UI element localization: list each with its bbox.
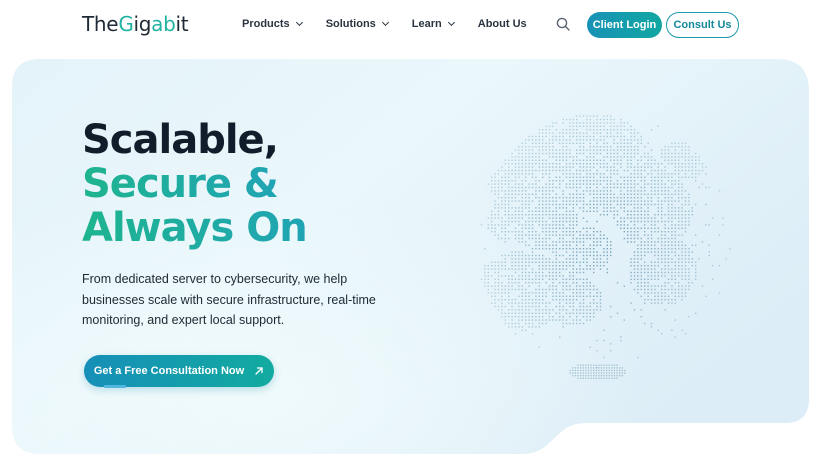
hero-subtext: From dedicated server to cybersecurity, … [82, 272, 376, 327]
search-icon[interactable] [556, 17, 570, 31]
consult-us-button[interactable]: Consult Us [666, 12, 739, 38]
site-header: TheGigabit Products Solutions Learn Abou… [0, 0, 820, 52]
hero-headline: Scalable, Secure & Always On [82, 117, 308, 251]
client-login-button[interactable]: Client Login [587, 12, 662, 38]
nav-item-solutions[interactable]: Solutions [325, 18, 389, 30]
brand-logo[interactable]: TheGigabit [82, 12, 189, 36]
chevron-down-icon [295, 18, 303, 27]
nav-item-label: Solutions [325, 18, 376, 30]
nav-item-products[interactable]: Products [242, 18, 303, 30]
main-nav: Products Solutions Learn About Us [242, 18, 551, 30]
free-consultation-button[interactable]: Get a Free Consultation Now [84, 355, 274, 387]
nav-item-learn[interactable]: Learn [411, 18, 455, 30]
chevron-down-icon [381, 18, 389, 27]
headline-line-3: Always On [82, 205, 308, 251]
headline-line-2: Secure & [82, 161, 279, 207]
nav-item-label: About Us [477, 18, 527, 30]
arrow-up-right-icon [255, 367, 263, 375]
chevron-down-icon [447, 18, 455, 27]
cta-accent-bar [104, 385, 126, 388]
nav-item-label: Products [242, 18, 290, 30]
dotted-globe-illustration [480, 115, 731, 379]
headline-line-1: Scalable, [82, 117, 279, 163]
nav-item-about-us[interactable]: About Us [478, 18, 527, 30]
cta-label: Get a Free Consultation Now [93, 365, 245, 377]
nav-item-label: Learn [411, 18, 442, 30]
